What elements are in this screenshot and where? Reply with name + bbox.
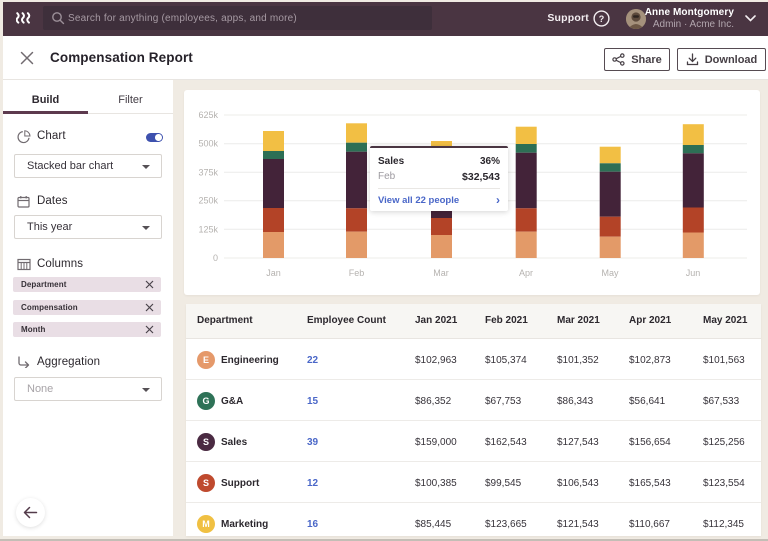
svg-text:500k: 500k xyxy=(198,139,218,149)
svg-text:Jun: Jun xyxy=(686,268,701,278)
svg-text:May: May xyxy=(601,268,619,278)
svg-text:375k: 375k xyxy=(198,167,218,177)
svg-text:250k: 250k xyxy=(198,196,218,206)
svg-text:125k: 125k xyxy=(198,224,218,234)
svg-text:Mar: Mar xyxy=(433,268,449,278)
svg-text:Apr: Apr xyxy=(519,268,533,278)
svg-text:Feb: Feb xyxy=(349,268,365,278)
svg-text:?: ? xyxy=(599,14,605,24)
svg-text:Jan: Jan xyxy=(266,268,281,278)
svg-text:625k: 625k xyxy=(198,110,218,120)
svg-text:0: 0 xyxy=(213,253,218,263)
